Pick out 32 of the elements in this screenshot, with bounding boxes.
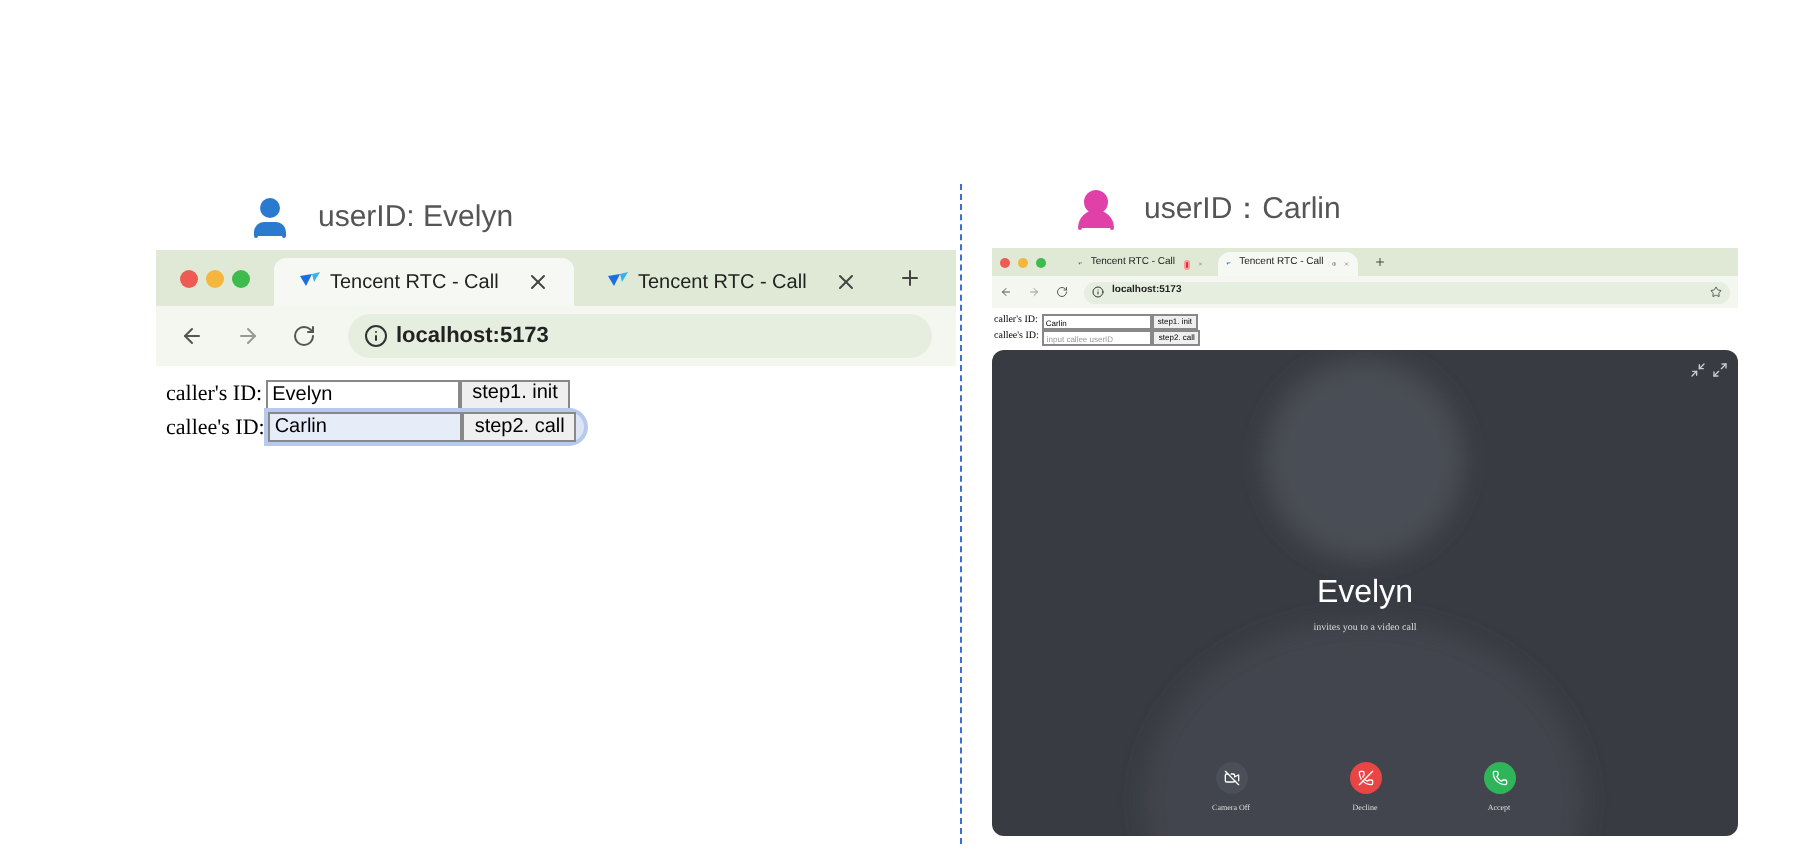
step-button[interactable]: step1. init — [460, 379, 570, 410]
camera-off-icon — [1223, 769, 1239, 785]
user-id-label: userID: Evelyn — [318, 197, 514, 238]
woman-icon — [1072, 186, 1120, 234]
forward-icon[interactable] — [236, 324, 260, 348]
reload-icon[interactable] — [292, 324, 316, 348]
tab-title: Tencent RTC - Call — [638, 269, 809, 297]
address-bar[interactable]: localhost:5173 — [348, 314, 932, 358]
caller-name: Evelyn — [1316, 578, 1414, 610]
close-tab-icon[interactable] — [834, 270, 858, 294]
back-icon[interactable] — [180, 324, 204, 348]
new-tab-icon[interactable] — [898, 266, 922, 290]
back-icon[interactable] — [1000, 286, 1012, 298]
id-label: caller's ID: — [166, 380, 263, 410]
hang-up-icon — [1357, 769, 1373, 785]
new-tab-icon[interactable] — [1374, 256, 1386, 268]
phone-icon — [1491, 769, 1507, 785]
info-icon — [1092, 286, 1104, 298]
minimize-icon[interactable] — [1690, 362, 1706, 378]
id-input[interactable]: Carlin — [268, 412, 463, 443]
bookmark-star-icon[interactable] — [1710, 286, 1722, 298]
user-id-label: userID：Carlin — [1144, 189, 1341, 230]
step-button[interactable]: step2. call — [462, 412, 577, 443]
reload-icon[interactable] — [1056, 286, 1068, 298]
close-tab-icon[interactable] — [526, 270, 550, 294]
tab-title: Tencent RTC - Call — [330, 269, 501, 297]
fullscreen-icon[interactable] — [1712, 362, 1728, 378]
id-input[interactable]: Evelyn — [266, 379, 461, 410]
id-label: callee's ID: — [166, 413, 265, 443]
url-text: localhost:5173 — [396, 321, 549, 352]
browser-tab[interactable]: Tencent RTC - Call — [274, 258, 574, 306]
info-icon — [364, 324, 388, 348]
